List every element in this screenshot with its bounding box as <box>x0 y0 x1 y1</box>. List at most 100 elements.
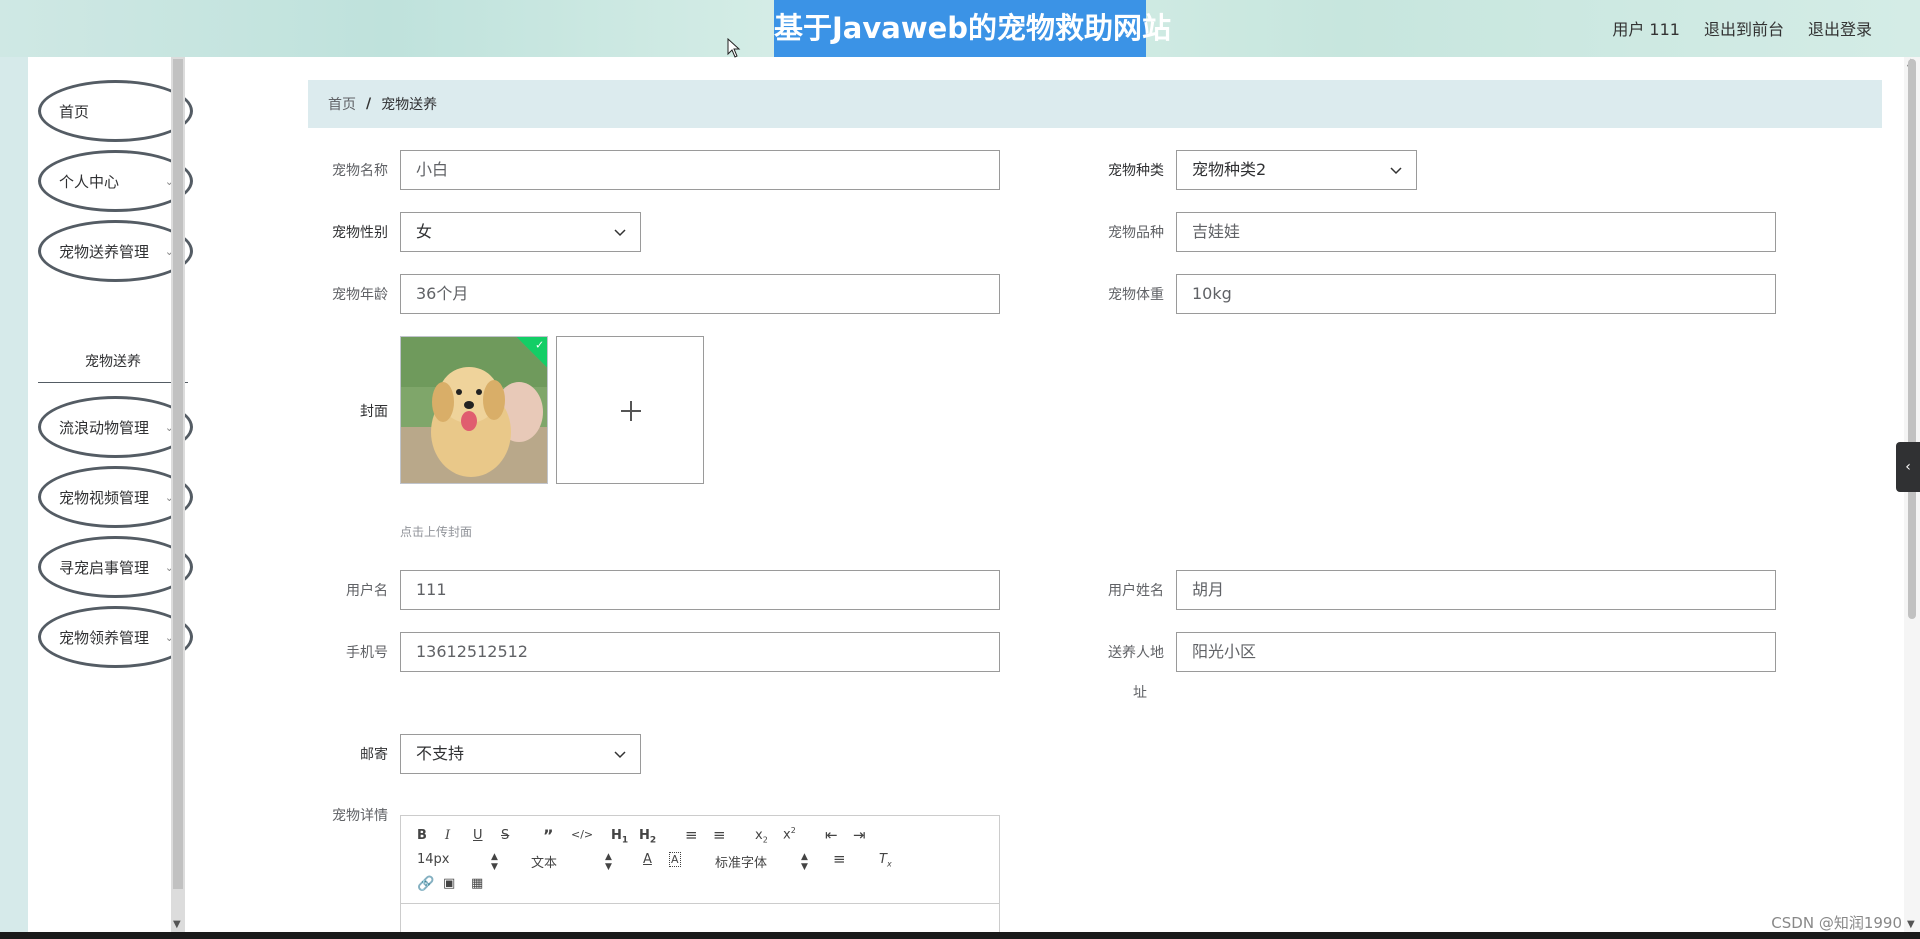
font-color-icon[interactable]: A <box>643 852 652 867</box>
pet-gender-select[interactable]: 女 <box>400 212 641 252</box>
sidebar-item-lost-pet-notices[interactable]: 寻宠启事管理 ⌄ <box>38 536 193 598</box>
background-color-icon[interactable]: A <box>669 852 681 867</box>
address-label: 送养人地 <box>1108 645 1164 661</box>
left-strip <box>0 57 28 932</box>
collapse-panel-button[interactable]: ‹ <box>1896 442 1920 492</box>
blockquote-icon[interactable]: ” <box>543 826 554 845</box>
paragraph-select[interactable]: 文本 ▲ ▼ <box>531 852 615 872</box>
heading-2-icon[interactable]: H2 <box>639 828 656 846</box>
top-header: 基于Javaweb的宠物救助网站 用户 111 退出到前台 退出登录 <box>0 0 1920 58</box>
bullet-list-icon[interactable]: ≡ <box>713 826 726 844</box>
shipping-value: 不支持 <box>416 744 465 763</box>
breadcrumb-home[interactable]: 首页 <box>328 94 356 114</box>
subscript-icon[interactable]: x2 <box>755 828 768 845</box>
sidebar-item-label: 流浪动物管理 <box>59 418 150 437</box>
cover-thumbnail[interactable]: ✓ <box>400 336 548 484</box>
sidebar-item-label: 宠物送养管理 <box>59 242 150 261</box>
watermark: CSDN @知润1990 <box>1771 914 1902 932</box>
sidebar-item-stray-animals[interactable]: 流浪动物管理 ⌄ <box>38 396 193 458</box>
shipping-select[interactable]: 不支持 <box>400 734 641 774</box>
sidebar-item-pet-rehoming[interactable]: 宠物送养管理 ⌄ <box>38 220 193 282</box>
align-icon[interactable]: ≡ <box>833 850 846 868</box>
ordered-list-icon[interactable]: ≡ <box>685 826 698 844</box>
sidebar-item-label: 个人中心 <box>59 172 120 191</box>
pet-age-input[interactable]: 36个月 <box>400 274 1000 314</box>
video-icon[interactable]: ▦ <box>471 876 483 891</box>
sidebar-item-label: 寻宠启事管理 <box>59 558 150 577</box>
rich-text-editor[interactable]: B I U S ” </> H1 H2 ≡ ≡ x2 x2 ⇤ ⇥ 14px ▲… <box>400 815 1000 935</box>
sidebar-item-home[interactable]: 首页 <box>38 80 193 142</box>
underline-icon[interactable]: U <box>473 828 483 843</box>
address-input[interactable]: 阳光小区 <box>1176 632 1776 672</box>
chevron-left-icon: ‹ <box>1905 459 1911 475</box>
pet-type-select[interactable]: 宠物种类2 <box>1176 150 1417 190</box>
updown-icon: ▲ ▼ <box>491 852 498 872</box>
scroll-down-icon[interactable]: ▼ <box>173 919 181 930</box>
breadcrumb-current: 宠物送养 <box>381 97 438 113</box>
scrollbar-thumb[interactable] <box>173 59 183 889</box>
image-icon[interactable]: ▣ <box>443 876 455 891</box>
chevron-down-icon <box>1390 167 1402 175</box>
shipping-label: 邮寄 <box>360 747 388 763</box>
bold-icon[interactable]: B <box>417 828 427 843</box>
pet-breed-input[interactable]: 吉娃娃 <box>1176 212 1776 252</box>
sidebar-item-pet-adoption[interactable]: 宠物领养管理 ⌄ <box>38 606 193 668</box>
chevron-down-icon <box>614 229 626 237</box>
font-size-value: 14px <box>417 852 450 867</box>
user-realname-label: 用户姓名 <box>1108 583 1164 599</box>
pet-breed-label: 宠物品种 <box>1108 225 1164 241</box>
editor-toolbar: B I U S ” </> H1 H2 ≡ ≡ x2 x2 ⇤ ⇥ 14px ▲… <box>401 816 999 904</box>
logout-link[interactable]: 退出登录 <box>1808 16 1872 40</box>
outdent-icon[interactable]: ⇤ <box>825 826 838 844</box>
pet-weight-label: 宠物体重 <box>1108 287 1164 303</box>
sidebar-scrollbar[interactable]: ▼ <box>171 57 185 932</box>
pet-age-label: 宠物年龄 <box>332 287 388 303</box>
code-block-icon[interactable]: </> <box>571 828 593 841</box>
font-family-value: 标准字体 <box>715 856 768 871</box>
sidebar-item-personal-center[interactable]: 个人中心 ⌄ <box>38 150 193 212</box>
scrollbar-thumb[interactable] <box>1908 59 1916 619</box>
sidebar-item-label: 宠物视频管理 <box>59 488 150 507</box>
indent-icon[interactable]: ⇥ <box>853 826 866 844</box>
username-label: 用户名 <box>346 583 388 599</box>
sidebar-item-pet-videos[interactable]: 宠物视频管理 ⌄ <box>38 466 193 528</box>
font-family-select[interactable]: 标准字体 ▲ ▼ <box>715 852 811 872</box>
pet-weight-input[interactable]: 10kg <box>1176 274 1776 314</box>
sidebar-item-label: 宠物领养管理 <box>59 628 150 647</box>
dog-photo-image <box>401 337 547 483</box>
scroll-down-icon[interactable]: ▼ <box>1907 919 1915 930</box>
main-scrollbar[interactable]: ▲ ▼ <box>1904 57 1920 932</box>
font-size-select[interactable]: 14px ▲ ▼ <box>417 852 501 872</box>
pet-type-value: 宠物种类2 <box>1192 160 1267 179</box>
plus-icon <box>630 401 632 421</box>
breadcrumb-separator: / <box>366 96 372 112</box>
heading-1-icon[interactable]: H1 <box>611 828 628 846</box>
superscript-icon[interactable]: x2 <box>783 826 796 842</box>
breadcrumb: 首页 / 宠物送养 <box>308 80 1882 128</box>
phone-input[interactable]: 13612512512 <box>400 632 1000 672</box>
updown-icon: ▲ ▼ <box>801 852 808 872</box>
updown-icon: ▲ ▼ <box>605 852 612 872</box>
phone-label: 手机号 <box>346 645 388 661</box>
pet-gender-value: 女 <box>416 222 433 241</box>
sidebar-item-label: 首页 <box>59 102 90 121</box>
check-icon: ✓ <box>535 338 545 352</box>
username-input[interactable]: 111 <box>400 570 1000 610</box>
italic-icon[interactable]: I <box>445 828 450 843</box>
user-realname-input[interactable]: 胡月 <box>1176 570 1776 610</box>
upload-button[interactable] <box>556 336 704 484</box>
sidebar-subitem-pet-rehoming[interactable]: 宠物送养 <box>38 341 188 383</box>
sidebar: 首页 个人中心 ⌄ 宠物送养管理 ⌄ 宠物送养 流浪动物管理 ⌄ 宠物视频管理 … <box>28 57 193 932</box>
cover-label: 封面 <box>360 404 388 420</box>
site-title: 基于Javaweb的宠物救助网站 <box>774 0 1171 57</box>
link-icon[interactable]: 🔗 <box>417 876 434 892</box>
address-label-line2: 址 <box>1133 685 1147 701</box>
chevron-down-icon <box>614 751 626 759</box>
back-to-front-link[interactable]: 退出到前台 <box>1704 16 1784 40</box>
clear-format-icon[interactable]: Tx <box>879 852 892 869</box>
details-label: 宠物详情 <box>332 808 388 824</box>
strikethrough-icon[interactable]: S <box>501 828 509 843</box>
pet-gender-label: 宠物性别 <box>332 225 388 241</box>
pet-name-input[interactable]: 小白 <box>400 150 1000 190</box>
cover-upload-hint: 点击上传封面 <box>400 525 473 539</box>
